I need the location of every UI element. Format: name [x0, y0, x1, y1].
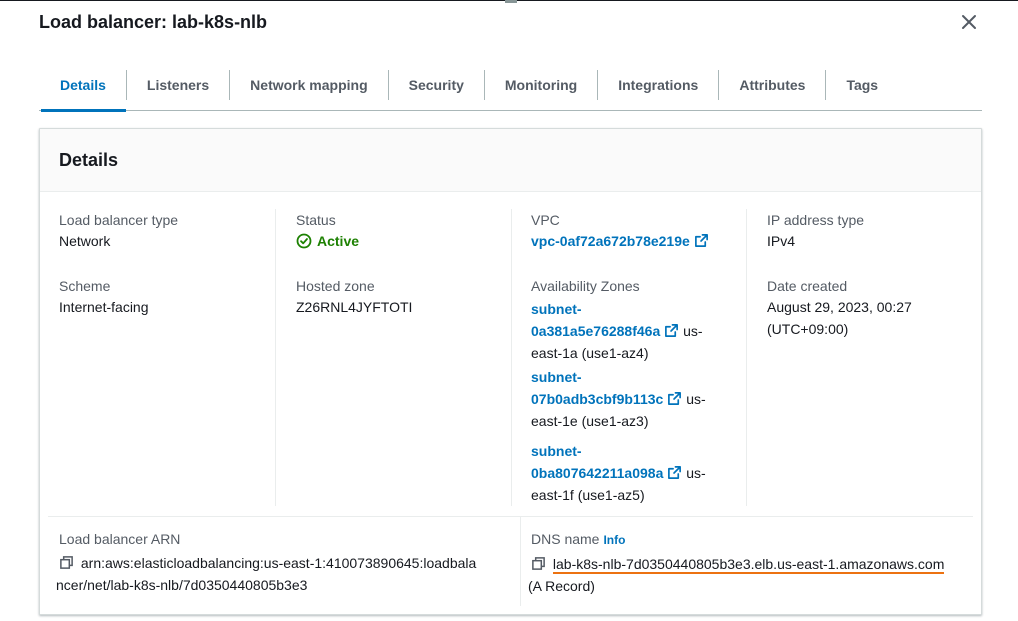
tab-monitoring[interactable]: Monitoring: [485, 60, 597, 111]
tab-bar: Details Listeners Network mapping Securi…: [39, 60, 982, 112]
subnet-zone: east-1a (use1-az4): [531, 345, 649, 361]
panel-heading: Details: [40, 129, 981, 192]
vpc-link[interactable]: vpc-0af72a672b78e219e: [531, 233, 690, 249]
lb-type-field: Load balancer type Network: [59, 210, 178, 252]
ip-type-value: IPv4: [767, 233, 796, 249]
tab-details[interactable]: Details: [39, 60, 126, 112]
external-link-icon[interactable]: [664, 323, 679, 338]
arn-value-continued: ncer/net/lab-k8s-nlb/7d0350440805b3e3: [56, 577, 308, 593]
dns-label: DNS name: [531, 531, 600, 547]
tab-integrations[interactable]: Integrations: [598, 60, 718, 111]
lb-type-label: Load balancer type: [59, 212, 179, 228]
details-panel: Details Load balancer type Network Schem…: [39, 128, 982, 615]
date-created-timezone: (UTC+09:00): [767, 321, 849, 337]
ip-type-label: IP address type: [767, 212, 865, 228]
subnet-zone: east-1f (use1-az5): [531, 487, 645, 503]
vpc-field: VPC vpc-0af72a672b78e219e: [531, 210, 709, 252]
subnet-link[interactable]: 0a381a5e76288f46a: [531, 323, 660, 339]
copy-icon[interactable]: [59, 555, 74, 570]
subnet-link[interactable]: 07b0adb3cbf9b113c: [531, 391, 663, 407]
arn-value: arn:aws:elasticloadbalancing:us-east-1:4…: [80, 555, 477, 571]
hosted-zone-value: Z26RNL4JYFTOTI: [296, 299, 413, 315]
status-label: Status: [296, 212, 336, 228]
check-circle-icon: [296, 233, 312, 249]
vpc-label: VPC: [531, 212, 560, 228]
subnet-item: subnet- 0ba807642211a098a us- east-1f (u…: [531, 440, 731, 506]
status-field: Status Active: [296, 210, 359, 255]
section-divider: [48, 516, 973, 517]
external-link-icon[interactable]: [694, 233, 709, 248]
subnet-link[interactable]: subnet-: [531, 369, 582, 385]
column-divider: [275, 209, 276, 506]
hosted-zone-label: Hosted zone: [296, 278, 375, 294]
scheme-label: Scheme: [59, 278, 111, 294]
tab-tags[interactable]: Tags: [826, 60, 898, 111]
az-field: Availability Zones subnet- 0a381a5e76288…: [531, 276, 731, 506]
subnet-link[interactable]: subnet-: [531, 301, 582, 317]
subnet-region: us-: [686, 465, 706, 481]
subnet-region: us-: [683, 323, 703, 339]
external-link-icon[interactable]: [667, 465, 682, 480]
column-divider: [520, 516, 521, 606]
date-created-field: Date created August 29, 2023, 00:27 (UTC…: [767, 276, 912, 340]
info-link[interactable]: Info: [603, 533, 625, 547]
date-created-value: August 29, 2023, 00:27: [767, 299, 912, 315]
resize-handle[interactable]: [505, 0, 517, 3]
lb-type-value: Network: [59, 233, 111, 249]
hosted-zone-field: Hosted zone Z26RNL4JYFTOTI: [296, 276, 412, 318]
scheme-value: Internet-facing: [59, 299, 149, 315]
tab-network-mapping[interactable]: Network mapping: [230, 60, 387, 111]
dns-value: lab-k8s-nlb-7d0350440805b3e3.elb.us-east…: [552, 556, 945, 574]
dns-field: DNS name Info lab-k8s-nlb-7d0350440805b3e…: [528, 529, 971, 597]
dns-record-type: (A Record): [528, 578, 595, 594]
tab-attributes[interactable]: Attributes: [719, 60, 825, 111]
scheme-field: Scheme Internet-facing: [59, 276, 149, 318]
arn-label: Load balancer ARN: [59, 531, 181, 547]
status-badge: Active: [296, 230, 359, 252]
subnet-item: subnet- 07b0adb3cbf9b113c us- east-1e (u…: [531, 366, 731, 432]
column-divider: [746, 209, 747, 506]
arn-field: Load balancer ARN arn:aws:elasticloadbal…: [56, 529, 499, 596]
external-link-icon[interactable]: [667, 391, 682, 406]
copy-icon[interactable]: [531, 556, 546, 571]
subnet-link[interactable]: subnet-: [531, 443, 582, 459]
subnet-zone: east-1e (use1-az3): [531, 413, 649, 429]
az-label: Availability Zones: [531, 278, 640, 294]
tab-security[interactable]: Security: [389, 60, 484, 111]
page-title: Load balancer: lab-k8s-nlb: [39, 12, 268, 32]
subnet-region: us-: [686, 391, 706, 407]
date-created-label: Date created: [767, 278, 848, 294]
status-value: Active: [317, 233, 360, 249]
column-divider: [511, 209, 512, 506]
subnet-link[interactable]: 0ba807642211a098a: [531, 465, 663, 481]
ip-type-field: IP address type IPv4: [767, 210, 864, 252]
tab-listeners[interactable]: Listeners: [127, 60, 229, 111]
subnet-item: subnet- 0a381a5e76288f46a us- east-1a (u…: [531, 298, 731, 364]
close-icon[interactable]: [958, 11, 980, 33]
